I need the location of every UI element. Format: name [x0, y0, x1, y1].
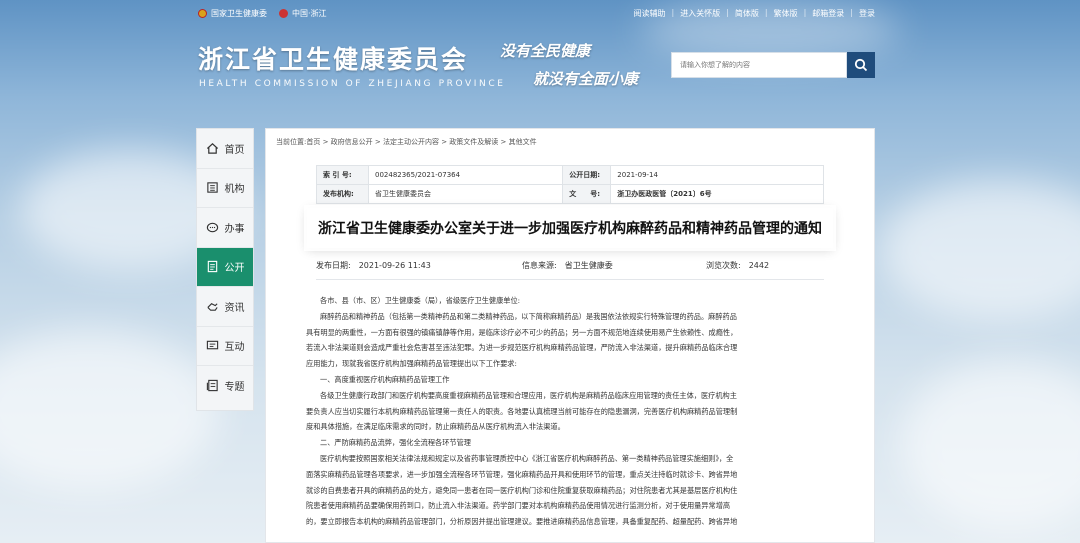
main-content: 当前位置:首页 > 政府信息公开 > 法定主动公开内容 > 政策文件及解读 > …: [265, 128, 875, 543]
login-link[interactable]: 登录: [859, 8, 875, 19]
search-icon: [854, 58, 868, 72]
traditional-link[interactable]: 繁体版: [774, 8, 798, 19]
site-subtitle: HEALTH COMMISSION OF ZHEJIANG PROVINCE: [199, 79, 506, 89]
site-title[interactable]: 浙江省卫生健康委员会: [198, 40, 468, 76]
article-title: 浙江省卫生健康委办公室关于进一步加强医疗机构麻醉药品和精神药品管理的通知: [307, 208, 833, 248]
paragraph: 各市、县（市、区）卫生健康委（局），省级医疗卫生健康单位:: [320, 296, 521, 305]
email-login-link[interactable]: 邮箱登录: [812, 8, 844, 19]
paragraph: 要负责人应当切实履行本机构麻精药品管理第一责任人的职责。各地要认真梳理当前可能存…: [306, 406, 738, 416]
top-link-zhejiang[interactable]: 中国·浙江: [279, 8, 327, 19]
hand-icon: [206, 302, 218, 311]
nav-item-topic[interactable]: 专题: [197, 366, 253, 406]
nav-item-home[interactable]: 首页: [197, 129, 253, 169]
nav-item-public[interactable]: 公开: [197, 247, 253, 287]
slogan-line-1: 没有全民健康: [500, 42, 591, 60]
meta-table: 索 引 号: 002482365/2021-07364 公开日期: 2021-0…: [316, 165, 824, 204]
paragraph: 面落实麻精药品管理各项要求，进一步加强全流程各环节管理，强化麻精药品开具和使用环…: [306, 469, 738, 479]
top-bar: 国家卫生健康委 中国·浙江 阅读辅助 | 进入关怀版 | 简体版 | 繁体版 | 邮箱登…: [0, 0, 1080, 24]
section-heading: 一、高度重视医疗机构麻精药品管理工作: [320, 374, 450, 384]
simplified-link[interactable]: 简体版: [735, 8, 759, 19]
topic-icon: [206, 380, 218, 392]
emblem-icon: [198, 9, 207, 18]
docno-value: 浙卫办医政医管〔2021〕6号: [610, 184, 824, 204]
search-box: [671, 52, 875, 78]
paragraph: 度和具体措施，在满足临床需求的同时，防止麻精药品从医疗机构流入非法渠道。: [306, 422, 565, 432]
paragraph: 就诊的自费患者开具的麻精药品的处方，避免同一患者在同一医疗机构门诊和住院重复获取…: [306, 485, 738, 495]
org-label: 发布机构:: [316, 184, 369, 204]
paragraph: 的，要立即报告本机构的麻精药品管理部门，分析原因并提出管理建议。要推进麻精药品信…: [306, 517, 738, 527]
top-link-nhc[interactable]: 国家卫生健康委: [198, 8, 267, 19]
nav-item-org[interactable]: 机构: [197, 169, 253, 208]
zhejiang-logo-icon: [279, 9, 288, 18]
index-value: 002482365/2021-07364: [367, 165, 564, 185]
divider: [316, 279, 824, 280]
paragraph: 各级卫生健康行政部门和医疗机构要高度重视麻精药品管理和合理应用，医疗机构是麻精药…: [320, 390, 737, 400]
interact-icon: [206, 341, 218, 350]
search-button[interactable]: [847, 52, 875, 78]
date-value: 2021-09-14: [610, 165, 824, 185]
paragraph: 应用能力，现就我省医疗机构加强麻精药品管理提出以下工作要求:: [306, 359, 517, 369]
paragraph: 院患者使用麻精药品要确保用药到口，防止流入非法渠道。药学部门要对本机构麻精药品使…: [306, 501, 731, 511]
care-mode-link[interactable]: 进入关怀版: [680, 8, 720, 19]
breadcrumb[interactable]: 当前位置:首页 > 政府信息公开 > 法定主动公开内容 > 政策文件及解读 > …: [276, 137, 537, 147]
paragraph: 医疗机构要按照国家相关法律法规和规定以及省药事管理质控中心《浙江省医疗机构麻醉药…: [320, 453, 734, 463]
home-icon: [206, 142, 218, 154]
slogan: 没有全民健康 就没有全面小康: [500, 40, 638, 89]
article-body: 各市、县（市、区）卫生健康委（局），省级医疗卫生健康单位: 麻醉药品和精神药品（…: [306, 293, 836, 530]
building-icon: [206, 182, 218, 193]
side-nav: 首页 机构 办事 公开 资讯 互动 专题: [196, 128, 254, 411]
chat-icon: [206, 222, 218, 232]
view-count: 浏览次数: 2442: [706, 261, 770, 270]
paragraph: 麻醉药品和精神药品（包括第一类精神药品和第二类精神药品，以下简称麻精药品）是我国…: [320, 311, 737, 321]
search-input[interactable]: [671, 52, 847, 78]
paragraph: 若流入非法渠道则会造成严重社会危害甚至违法犯罪。为进一步规范医疗机构麻精药品管理…: [306, 343, 738, 353]
nav-item-news[interactable]: 资讯: [197, 287, 253, 327]
info-source: 信息来源: 省卫生健康委: [522, 261, 613, 270]
section-heading: 二、严防麻精药品流弊，强化全流程各环节管理: [320, 438, 471, 448]
document-icon: [207, 261, 217, 273]
index-label: 索 引 号:: [316, 165, 369, 185]
paragraph: 具有明显的两重性，一方面有很强的镇痛镇静等作用，是临床诊疗必不可少的药品；另一方…: [306, 327, 738, 337]
org-value: 省卫生健康委员会: [367, 184, 564, 204]
date-label: 公开日期:: [562, 165, 612, 185]
docno-label: 文 号:: [562, 184, 612, 204]
reading-assist-link[interactable]: 阅读辅助: [633, 8, 665, 19]
slogan-line-2: 就没有全面小康: [533, 70, 639, 88]
nav-item-service[interactable]: 办事: [197, 208, 253, 248]
nav-item-interact[interactable]: 互动: [197, 327, 253, 366]
publish-date: 发布日期: 2021-09-26 11:43: [316, 261, 431, 270]
